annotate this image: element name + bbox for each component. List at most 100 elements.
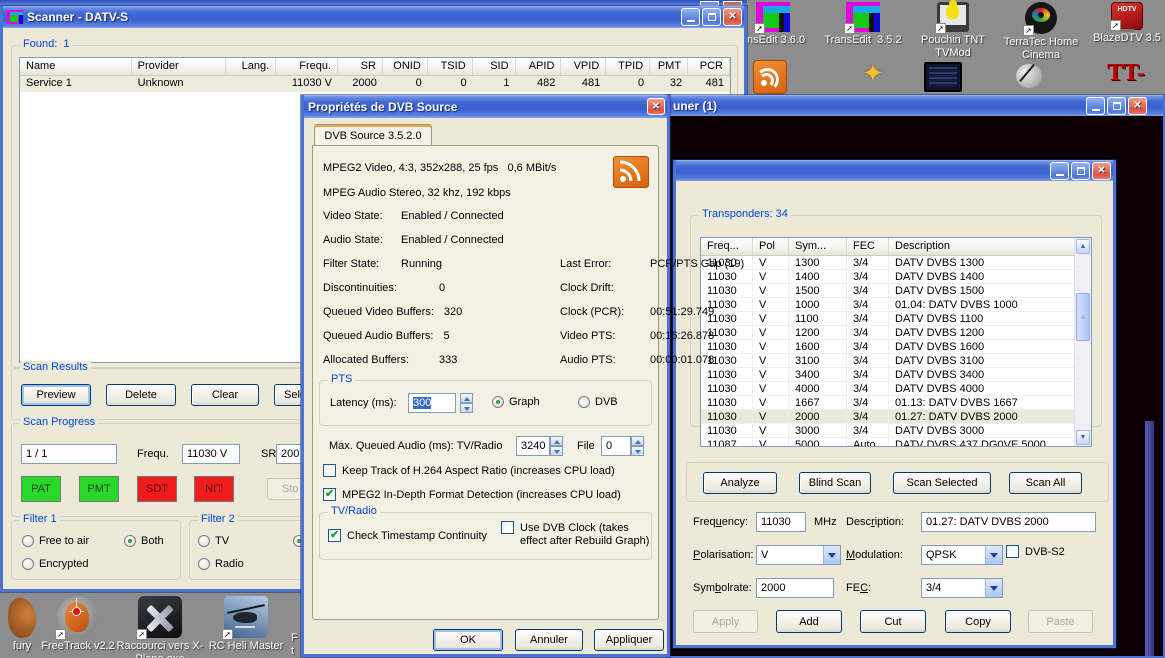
column-header[interactable]: Freq... [701,238,753,255]
column-header[interactable]: TPID [606,58,650,75]
spinner-up-button[interactable] [460,393,473,403]
table-row[interactable]: 11030V10003/401.04: DATV DVBS 1000 [701,298,1074,312]
radio-graph[interactable]: Graph [492,396,540,408]
cut-button[interactable]: Cut [860,610,926,633]
desktop-icon-transedit-352[interactable]: ➚ TransEdit 3.5.2 [820,2,906,47]
max-audio-field[interactable]: 3240 [516,436,550,456]
radio-both[interactable]: Both [124,535,164,547]
minimize-button[interactable] [681,8,700,26]
symbolrate-field[interactable]: 2000 [756,578,834,598]
column-header[interactable]: TSID [428,58,473,75]
column-header[interactable]: FEC [847,238,889,255]
dialog-titlebar[interactable]: Propriétés de DVB Source ✕ [304,95,667,118]
table-row[interactable]: 11030V15003/4DATV DVBS 1500 [701,284,1074,298]
radio-free-to-air[interactable]: Free to air [22,535,89,547]
dropdown-button[interactable] [823,546,840,564]
desktop-icon-wand[interactable]: ✦ [858,58,888,92]
table-row[interactable]: 11030V20003/401.27: DATV DVBS 2000 [701,410,1074,424]
polarisation-select[interactable]: V [756,545,841,565]
radio-encrypted[interactable]: Encrypted [22,558,89,570]
scan-all-button[interactable]: Scan All [1009,472,1082,494]
frequency-field[interactable]: 11030 [756,512,806,532]
paste-button[interactable]: Paste [1028,610,1093,633]
h264-checkbox[interactable]: Keep Track of H.264 Aspect Ratio (increa… [323,464,615,477]
radio-tv[interactable]: TV [198,535,229,547]
apply-button[interactable]: Appliquer [594,629,664,651]
clear-button[interactable]: Clear [191,384,259,406]
minimize-button[interactable] [1050,162,1069,180]
table-row[interactable]: 11030V12003/4DATV DVBS 1200 [701,326,1074,340]
table-row[interactable]: Service 1Unknown11030 V20000014824810324… [20,76,730,92]
copy-button[interactable]: Copy [945,610,1011,633]
progress-field[interactable]: 1 / 1 [21,444,117,464]
close-button[interactable]: ✕ [1092,162,1111,180]
desktop-icon-blazedtv[interactable]: HDTV ➚ BlazeDTV 3.5 [1084,2,1165,45]
table-row[interactable]: 11030V11003/4DATV DVBS 1100 [701,312,1074,326]
close-button[interactable]: ✕ [723,8,742,26]
table-row[interactable]: 11087V5000AutoDATV DVBS 437 DG0VE 5000 [701,438,1074,447]
timestamp-checkbox[interactable]: Check Timestamp Continuity [328,529,487,542]
desktop-icon-terratec[interactable]: ➚ TerraTec Home Cinema [998,2,1084,62]
dropdown-button[interactable] [985,546,1002,564]
ok-button[interactable]: OK [433,629,503,651]
scroll-up-button[interactable]: ▲ [1076,239,1090,254]
spinner-up-button[interactable] [631,436,644,446]
analyze-button[interactable]: Analyze [703,472,777,494]
desktop-icon-satellite[interactable] [1012,60,1048,94]
apply-button[interactable]: Apply [693,610,758,633]
preview-button[interactable]: Preview [21,384,91,406]
spinner-down-button[interactable] [631,446,644,456]
dvbclock-checkbox[interactable]: Use DVB Clock (takes effect after Rebuil… [501,521,653,548]
column-header[interactable]: Pol [753,238,789,255]
fec-select[interactable]: 3/4 [921,578,1003,598]
spinner-up-button[interactable] [550,436,563,446]
add-button[interactable]: Add [776,610,842,633]
column-header[interactable]: ONID [383,58,428,75]
desktop-icon-rcheli[interactable]: ➚ RC Heli Master [196,596,296,653]
dvbs2-checkbox[interactable]: DVB-S2 [1006,545,1065,558]
column-header[interactable]: Lang. [226,58,276,75]
column-header[interactable]: PCR [688,58,730,75]
radio-radio[interactable]: Radio [198,558,244,570]
column-header[interactable]: Sym... [789,238,847,255]
column-header[interactable]: Name [20,58,132,75]
minimize-button[interactable] [1086,97,1105,115]
desktop-icon-tt[interactable]: TT- [1103,58,1149,92]
column-header[interactable]: SID [473,58,516,75]
table-row[interactable]: 11030V16003/4DATV DVBS 1600 [701,340,1074,354]
spinner-down-button[interactable] [460,403,473,413]
maximize-button[interactable] [702,8,721,26]
description-field[interactable]: 01.27: DATV DVBS 2000 [921,512,1096,532]
spinner-down-button[interactable] [550,446,563,456]
file-spinner[interactable] [631,436,644,456]
modulation-select[interactable]: QPSK [921,545,1003,565]
column-header[interactable]: SR [338,58,383,75]
transedit-titlebar[interactable]: ✕ [676,160,1113,181]
scan-selected-button[interactable]: Scan Selected [893,472,991,494]
desktop-icon-pouchin[interactable]: ➚ Pouchin TNT TVMod [918,2,988,60]
tab-dvb-source[interactable]: DVB Source 3.5.2.0 [314,124,432,146]
table-row[interactable]: 11030V30003/4DATV DVBS 3000 [701,424,1074,438]
latency-spinner[interactable] [460,393,473,413]
scroll-down-button[interactable]: ▼ [1076,430,1090,445]
scrollbar-thumb[interactable]: ≡ [1076,293,1090,341]
table-row[interactable]: 11030V14003/4DATV DVBS 1400 [701,270,1074,284]
table-row[interactable]: 11030V40003/4DATV DVBS 4000 [701,382,1074,396]
table-row[interactable]: 11030V16673/401.13: DATV DVBS 1667 [701,396,1074,410]
max-audio-spinner[interactable] [550,436,563,456]
cancel-button[interactable]: Annuler [515,629,583,651]
column-header[interactable]: APID [516,58,562,75]
desktop-icon-terminal[interactable] [924,62,962,92]
tuner-titlebar[interactable]: uner (1) ✕ [669,95,1163,116]
desktop-icon-xplane[interactable]: ➚ Raccourci vers X-Plane.exe [110,596,210,658]
scanner-titlebar[interactable]: Scanner - DATV-S ✕ [3,6,744,28]
scrollbar[interactable]: ▲ ▼ ≡ [1074,238,1091,446]
column-header[interactable]: Description [889,238,1074,255]
blind-scan-button[interactable]: Blind Scan [799,472,871,494]
latency-field[interactable]: 300 [408,393,456,413]
close-button[interactable]: ✕ [1128,97,1147,115]
delete-button[interactable]: Delete [106,384,176,406]
mpeg2-checkbox[interactable]: MPEG2 In-Depth Format Detection (increas… [323,488,621,501]
column-header[interactable]: PMT [650,58,688,75]
radio-dvb[interactable]: DVB [578,396,618,408]
